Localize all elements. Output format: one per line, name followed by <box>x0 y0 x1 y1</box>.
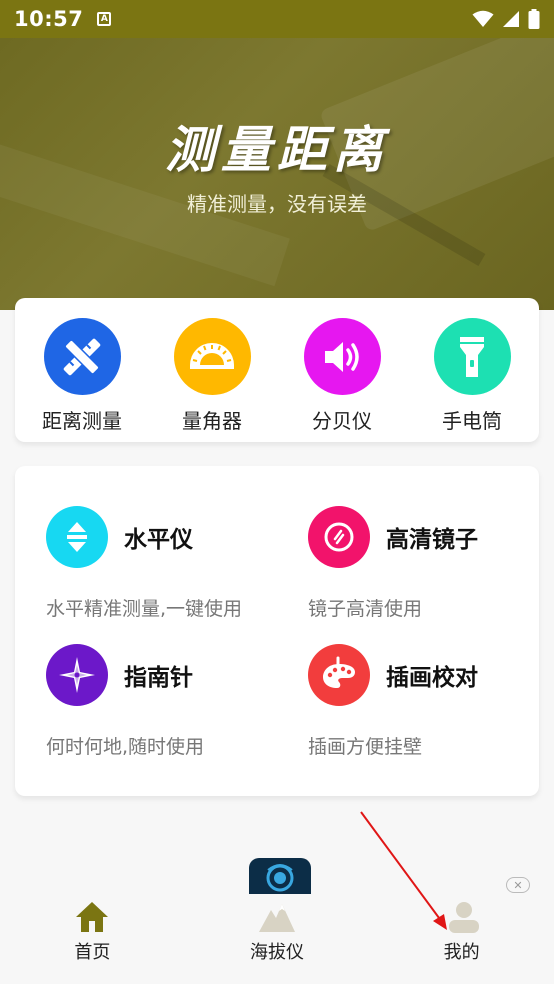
wifi-icon <box>472 10 494 27</box>
feature-title: 指南针 <box>124 665 193 691</box>
battery-icon <box>528 9 540 29</box>
feature-description: 何时何地,随时使用 <box>46 736 205 758</box>
tool-decibel-meter[interactable]: 分贝仪 <box>280 298 404 442</box>
tool-label: 分贝仪 <box>312 409 372 433</box>
hero-banner: 测量距离 精准测量，没有误差 <box>0 38 554 310</box>
feature-description: 插画方便挂壁 <box>308 736 423 758</box>
mirror-icon <box>308 506 370 568</box>
compass-icon <box>46 644 108 706</box>
profile-icon <box>448 902 479 933</box>
signal-icon <box>503 11 519 27</box>
hero-title: 测量距离 <box>165 120 389 179</box>
nav-label: 我的 <box>443 942 480 963</box>
nav-label: 海拔仪 <box>250 942 304 963</box>
tool-label: 手电筒 <box>442 409 502 433</box>
feature-title: 高清镜子 <box>386 527 478 553</box>
features-card: 水平仪 水平精准测量,一键使用 高清镜子 镜子高清使用 指南针 何时何地,随时使… <box>15 466 539 796</box>
feature-compass[interactable]: 指南针 何时何地,随时使用 <box>46 644 296 759</box>
feature-header: 插画校对 <box>308 644 554 706</box>
speaker-icon <box>303 318 381 395</box>
feature-header: 高清镜子 <box>308 506 554 568</box>
feature-level[interactable]: 水平仪 水平精准测量,一键使用 <box>46 506 296 621</box>
flashlight-icon <box>433 318 511 395</box>
home-icon <box>76 902 109 932</box>
status-icons <box>472 9 540 29</box>
status-time: 10:57 <box>14 7 84 31</box>
ruler-cross-icon <box>43 318 121 395</box>
palette-icon <box>308 644 370 706</box>
hero-subtitle: 精准测量，没有误差 <box>187 192 367 216</box>
status-bar: 10:57 A <box>0 0 554 38</box>
feature-description: 镜子高清使用 <box>308 598 423 620</box>
level-icon <box>46 506 108 568</box>
nav-item-profile[interactable]: 我的 <box>369 890 554 984</box>
nav-label: 首页 <box>74 942 111 963</box>
nav-item-home[interactable]: 首页 <box>0 890 185 984</box>
protractor-icon <box>173 318 251 395</box>
feature-description: 水平精准测量,一键使用 <box>46 598 243 620</box>
nav-item-altimeter[interactable]: 海拔仪 <box>185 890 370 984</box>
feature-header: 水平仪 <box>46 506 296 568</box>
feature-mirror[interactable]: 高清镜子 镜子高清使用 <box>308 506 554 621</box>
feature-title: 水平仪 <box>124 527 193 553</box>
notification-a-icon: A <box>97 12 112 26</box>
tool-protractor[interactable]: 量角器 <box>150 298 274 442</box>
ad-badge[interactable] <box>249 858 311 894</box>
tools-card: 距离测量 量角器 分贝仪 手电筒 <box>15 298 539 442</box>
tool-distance-measure[interactable]: 距离测量 <box>20 298 144 442</box>
tool-label: 距离测量 <box>42 409 122 433</box>
tool-flashlight[interactable]: 手电筒 <box>410 298 534 442</box>
tool-label: 量角器 <box>182 409 242 433</box>
feature-title: 插画校对 <box>386 665 478 691</box>
ad-logo-icon <box>266 864 294 892</box>
bottom-nav: 首页 海拔仪 我的 <box>0 890 554 984</box>
mountain-icon <box>259 904 295 932</box>
feature-illustration-calibration[interactable]: 插画校对 插画方便挂壁 <box>308 644 554 759</box>
feature-header: 指南针 <box>46 644 296 706</box>
